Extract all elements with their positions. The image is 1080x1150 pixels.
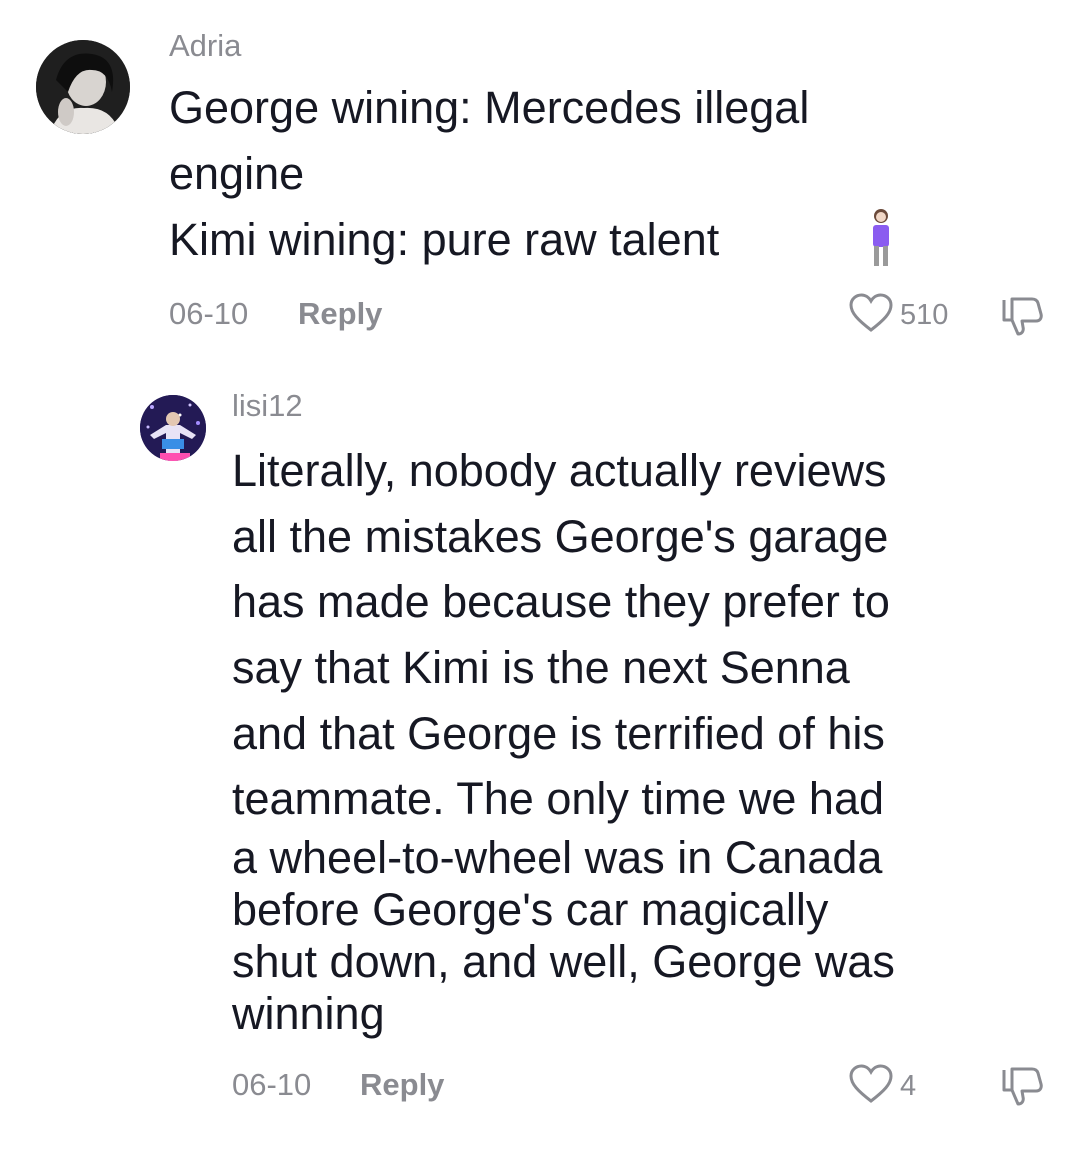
comment-line: Literally, nobody actually reviews [232, 445, 887, 496]
like-button[interactable]: 510 [848, 292, 948, 339]
comment-line: before George's car magically [232, 884, 829, 935]
comment-line: winning [232, 988, 385, 1039]
dislike-button[interactable] [1000, 294, 1046, 343]
woman-standing-icon [868, 208, 894, 273]
like-count: 510 [900, 299, 949, 331]
comment-line: shut down, and well, George was [232, 936, 895, 987]
heart-outline-icon [848, 1063, 894, 1110]
comment-line: say that Kimi is the next Senna [232, 642, 850, 693]
comment-date: 06-10 [232, 1067, 312, 1102]
like-button[interactable]: 4 [848, 1063, 916, 1110]
comment-line: engine [169, 148, 305, 199]
reply-button[interactable]: Reply [298, 296, 382, 332]
comment-line: all the mistakes George's garage [232, 511, 889, 562]
heart-outline-icon [848, 292, 894, 339]
avatar[interactable] [36, 40, 130, 134]
thumbs-down-icon [1000, 1067, 1046, 1112]
avatar[interactable] [140, 395, 206, 461]
thumbs-down-icon [1000, 297, 1046, 342]
username[interactable]: Adria [169, 28, 241, 64]
comment-line: a wheel-to-wheel was in Canada [232, 832, 883, 883]
dislike-button[interactable] [1000, 1064, 1046, 1113]
comment-line: Kimi wining: pure raw talent [169, 214, 720, 265]
comment-line: has made because they prefer to [232, 576, 890, 627]
like-count: 4 [900, 1070, 917, 1102]
comment-line: George wining: Mercedes illegal [169, 82, 810, 133]
username[interactable]: lisi12 [232, 388, 303, 424]
comment-line: and that George is terrified of his [232, 708, 885, 759]
comment-date: 06-10 [169, 296, 249, 331]
comment-line: teammate. The only time we had [232, 773, 884, 824]
reply-button[interactable]: Reply [360, 1067, 444, 1103]
